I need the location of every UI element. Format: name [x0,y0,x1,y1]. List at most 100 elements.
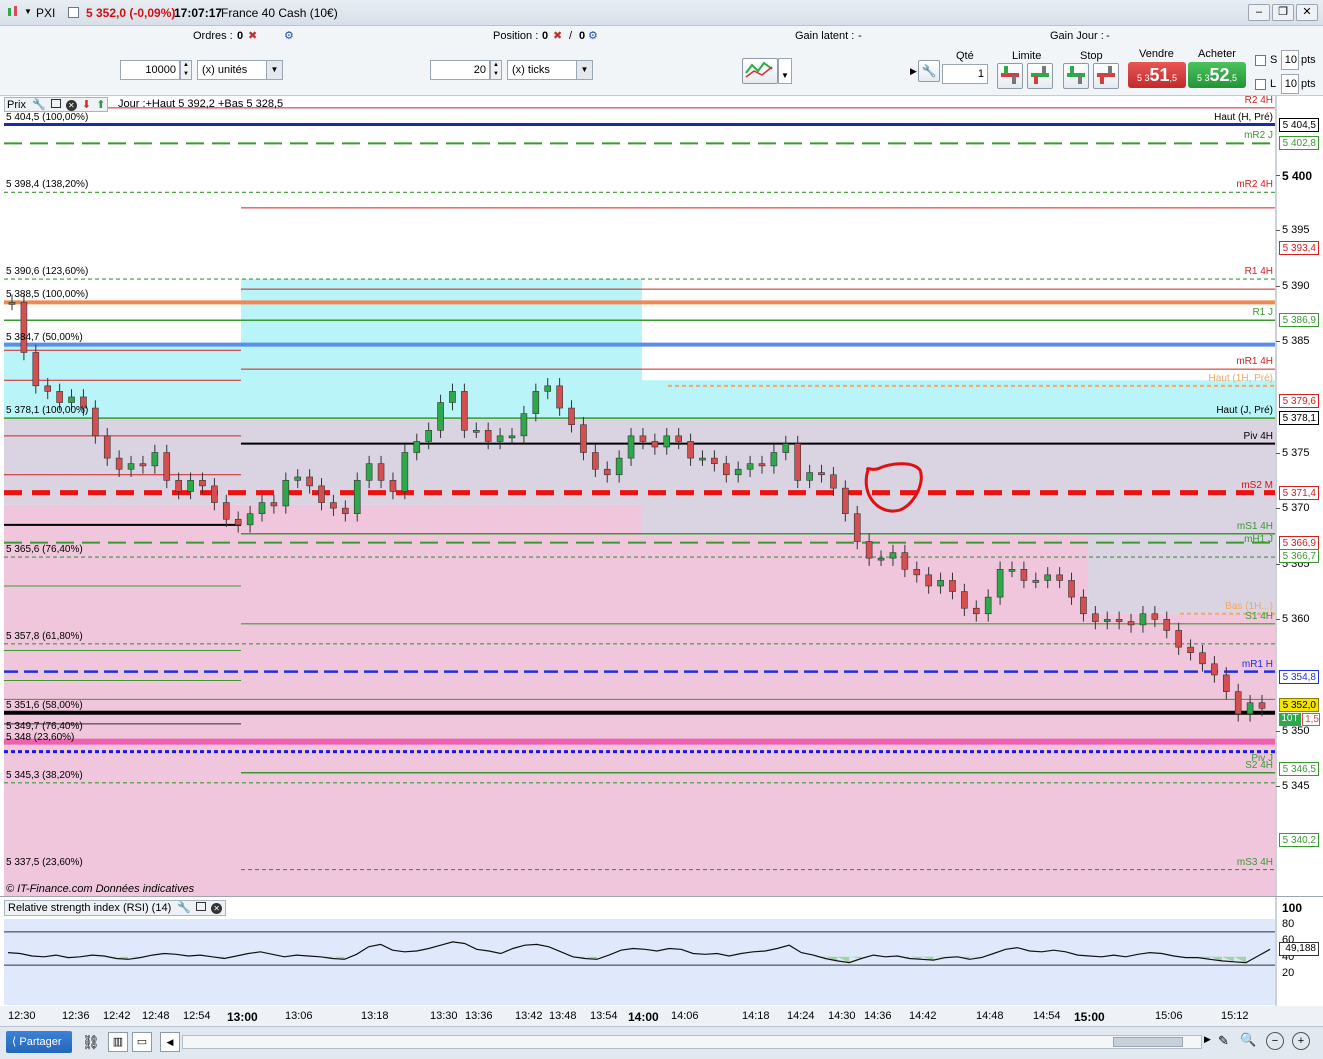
limit-checkbox[interactable] [1255,79,1266,90]
price-chart[interactable]: Prix 🔧 ✕ ⬇ ⬆ Jour :+Haut 5 392,2 +Bas 5 … [0,94,1323,896]
time-tick-label: 13:00 [227,1010,258,1024]
auto-trading-menu[interactable]: ▼ [778,58,792,84]
wrench-icon[interactable]: 🔧 [32,99,46,111]
candle [996,568,1004,598]
scroll-left-icon[interactable]: ◀ [160,1032,180,1052]
price-level-box: 5 402,8 [1279,136,1319,151]
ticks-stepper[interactable]: ▲ ▼ [490,60,502,80]
quantity-input[interactable]: 10000 [120,60,180,80]
price-level-box: 5 404,5 [1279,117,1319,132]
quantity-stepper[interactable]: ▲ ▼ [180,60,192,80]
stop-buy-button[interactable] [1063,63,1089,89]
quantity-unit-select[interactable]: (x) unités ▼ [197,60,283,80]
price-tick-label: 5 385 [1282,335,1310,348]
auto-trading-button[interactable] [742,58,778,84]
candle [1056,574,1063,581]
candle [472,429,480,433]
fib-label: 5 384,7 (50,00%) [6,331,83,343]
horizontal-scrollbar[interactable] [182,1035,1202,1049]
price-chart-canvas[interactable] [0,96,1323,896]
minimize-button[interactable]: ‒ [1248,4,1270,21]
rsi-panel[interactable]: Relative strength index (RSI) (14) 🔧 ✕ 1… [0,896,1323,1007]
position-settings-icon[interactable]: ⚙ [588,29,598,42]
time-tick-label: 13:42 [515,1010,543,1022]
upload-icon[interactable]: ⬆ [96,99,105,111]
scrollbar-thumb[interactable] [1113,1037,1183,1047]
download-icon[interactable]: ⬇ [82,99,91,111]
candle [56,391,63,403]
orders-settings-icon[interactable]: ⚙ [284,29,294,42]
candle [758,463,766,467]
candle [32,352,40,387]
wrench-button[interactable]: 🔧 [918,60,940,82]
acheter-label: Acheter [1198,48,1236,60]
position-cancel-icon[interactable]: ✖ [553,29,562,42]
checkbox-icon[interactable] [68,7,79,18]
tick-zoom-button[interactable]: ▥ [108,1032,128,1052]
stop-checkbox[interactable] [1255,55,1266,66]
watermark: © IT-Finance.com Données indicatives [6,883,195,895]
price-tick-label: 5 370 [1282,502,1310,515]
close-icon[interactable]: ✕ [211,903,223,914]
close-icon[interactable]: ✕ [65,100,77,111]
time-tick-label: 12:54 [183,1010,211,1022]
sell-button[interactable]: 5 351,5 [1128,62,1186,88]
candle [770,452,778,467]
window-icon[interactable] [50,99,61,108]
limit-points-input[interactable]: 10 [1281,74,1299,94]
stop-points-input[interactable]: 10 [1281,50,1299,70]
price-level-box: 5 386,9 [1279,313,1319,328]
candle [484,429,492,442]
candle [746,463,754,470]
candle [222,502,230,520]
ticks-unit-select[interactable]: (x) ticks ▼ [507,60,593,80]
scroll-right-icon[interactable]: ▶ [1204,1034,1211,1045]
time-tick-label: 15:00 [1074,1010,1105,1024]
candle [330,502,337,509]
candle [782,443,790,453]
window-icon[interactable]: ▭ [132,1032,152,1052]
candle [961,591,968,609]
draw-tools-icon[interactable]: ✎ [1218,1033,1229,1049]
candle [246,513,254,526]
time-tick-label: 15:06 [1155,1010,1183,1022]
level-label: R1 J [1252,307,1273,319]
rsi-tick-label: 80 [1282,917,1295,930]
stop-sell-button[interactable] [1093,63,1119,89]
rsi-title: Relative strength index (RSI) (14) [8,902,172,914]
level-label: Haut (J, Pré) [1216,405,1273,417]
time-axis[interactable]: 12:30 12:36 12:42 12:48 12:54 13:00 13:06 13:18… [0,1006,1323,1026]
window-icon[interactable] [196,902,207,911]
limit-buy-button[interactable] [997,63,1023,89]
limit-sell-button[interactable] [1027,63,1053,89]
qte-input[interactable]: 1 [942,64,988,84]
candle [603,468,611,476]
chevron-down-icon: ▼ [266,61,282,79]
zoom-out-icon[interactable]: − [1266,1032,1284,1050]
magnifier-icon[interactable]: 🔍 [1240,1032,1256,1048]
ticks-input[interactable]: 20 [430,60,490,80]
orders-value: 0 [237,30,244,42]
share-button[interactable]: ⟨ Partager [6,1031,72,1053]
expand-arrow-icon[interactable]: ▶ [910,66,917,77]
price-tick-mark [1276,341,1280,343]
menu-arrow-icon[interactable]: ▼ [24,7,32,16]
level-label: R2 4H [1244,94,1273,106]
level-label: R1 4H [1244,266,1273,278]
candle [639,435,647,442]
candle [1222,674,1230,692]
instrument-name: France 40 Cash (10€) [221,6,338,20]
fib-label: 5 345,3 (38,20%) [6,769,83,781]
level-label: mS2 M [1241,479,1273,491]
wrench-icon[interactable]: 🔧 [177,902,191,914]
maximize-button[interactable]: ❐ [1272,4,1294,21]
candle [865,541,873,559]
buy-button[interactable]: 5 352,5 [1188,62,1246,88]
orders-cancel-icon[interactable]: ✖ [248,29,257,42]
orders-label: Ordres : [193,30,233,42]
ticks-unit-value: (x) ticks [512,64,550,76]
timeline-icon[interactable]: ⛓ [82,1034,100,1051]
candle [1008,568,1016,572]
zoom-in-icon[interactable]: + [1292,1032,1310,1050]
close-button[interactable]: ✕ [1296,4,1318,21]
